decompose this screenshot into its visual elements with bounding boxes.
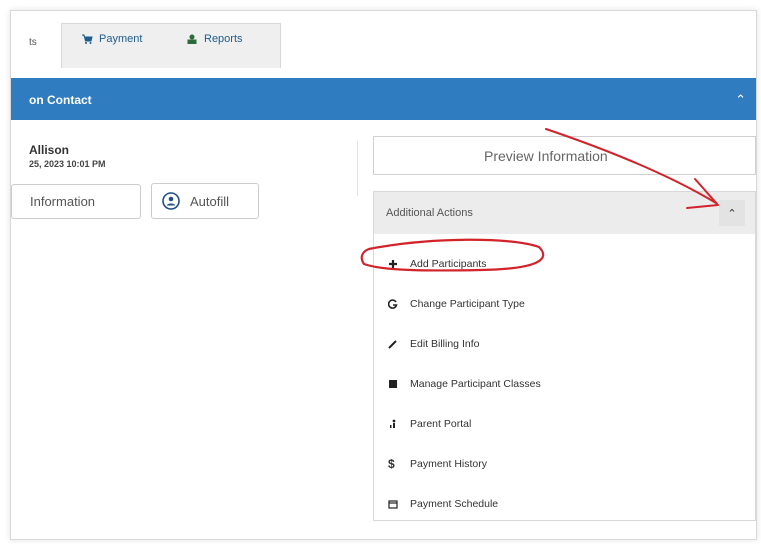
change-icon (388, 299, 398, 309)
tab-strip: ts Payment Reports (11, 11, 756, 68)
action-label: Payment History (410, 458, 488, 470)
chevron-up-icon[interactable]: ⌃ (719, 200, 745, 226)
tab-reports[interactable]: Reports (186, 33, 243, 45)
autofill-button-label: Autofill (190, 193, 230, 209)
action-change-participant-type[interactable]: Change Participant Type (388, 298, 525, 310)
reports-icon (187, 34, 197, 44)
family-icon (390, 419, 396, 428)
section-header[interactable]: on Contact ⌃ (11, 78, 756, 120)
action-add-participants[interactable]: Add Participants (388, 258, 486, 270)
user-circle-icon (162, 192, 180, 210)
action-label: Change Participant Type (410, 298, 525, 310)
action-payment-schedule[interactable]: Payment Schedule (388, 498, 498, 510)
tab-payment-label: Payment (99, 33, 143, 45)
action-parent-portal[interactable]: Parent Portal (388, 418, 471, 430)
action-edit-billing-info[interactable]: Edit Billing Info (388, 338, 479, 350)
autofill-button[interactable]: Autofill (151, 183, 259, 219)
app-window: ts Payment Reports on Contact ⌃ Allison … (10, 10, 757, 540)
calendar-icon (388, 500, 398, 509)
action-payment-history[interactable]: $ Payment History (388, 458, 487, 470)
action-manage-participant-classes[interactable]: Manage Participant Classes (388, 378, 541, 390)
contact-name: Allison (29, 143, 70, 157)
preview-information-button[interactable]: Preview Information (373, 136, 756, 175)
information-button-label: Information (30, 194, 96, 209)
section-title: on Contact (29, 93, 92, 107)
book-icon (389, 380, 397, 388)
tab-cut-off[interactable]: ts (29, 37, 37, 48)
tab-payment[interactable]: Payment (81, 33, 142, 45)
tab-group (61, 23, 281, 68)
cart-icon (82, 34, 93, 44)
pencil-icon (388, 340, 397, 349)
tab-reports-label: Reports (204, 33, 243, 45)
action-label: Manage Participant Classes (410, 378, 541, 390)
contact-date: 25, 2023 10:01 PM (29, 159, 106, 169)
action-label: Add Participants (410, 258, 487, 270)
column-divider (357, 141, 358, 196)
dollar-icon: $ (388, 457, 395, 471)
action-label: Payment Schedule (410, 498, 499, 510)
action-label: Edit Billing Info (410, 338, 480, 350)
additional-actions-title: Additional Actions (386, 207, 473, 219)
action-label: Parent Portal (410, 418, 472, 430)
information-button[interactable]: Information (11, 184, 141, 219)
preview-information-label: Preview Information (484, 148, 608, 164)
additional-actions-panel: Additional Actions ⌃ Add Participants Ch… (373, 191, 756, 521)
additional-actions-header[interactable]: Additional Actions ⌃ (374, 192, 755, 234)
plus-icon (389, 260, 397, 268)
chevron-up-icon[interactable]: ⌃ (735, 92, 746, 108)
